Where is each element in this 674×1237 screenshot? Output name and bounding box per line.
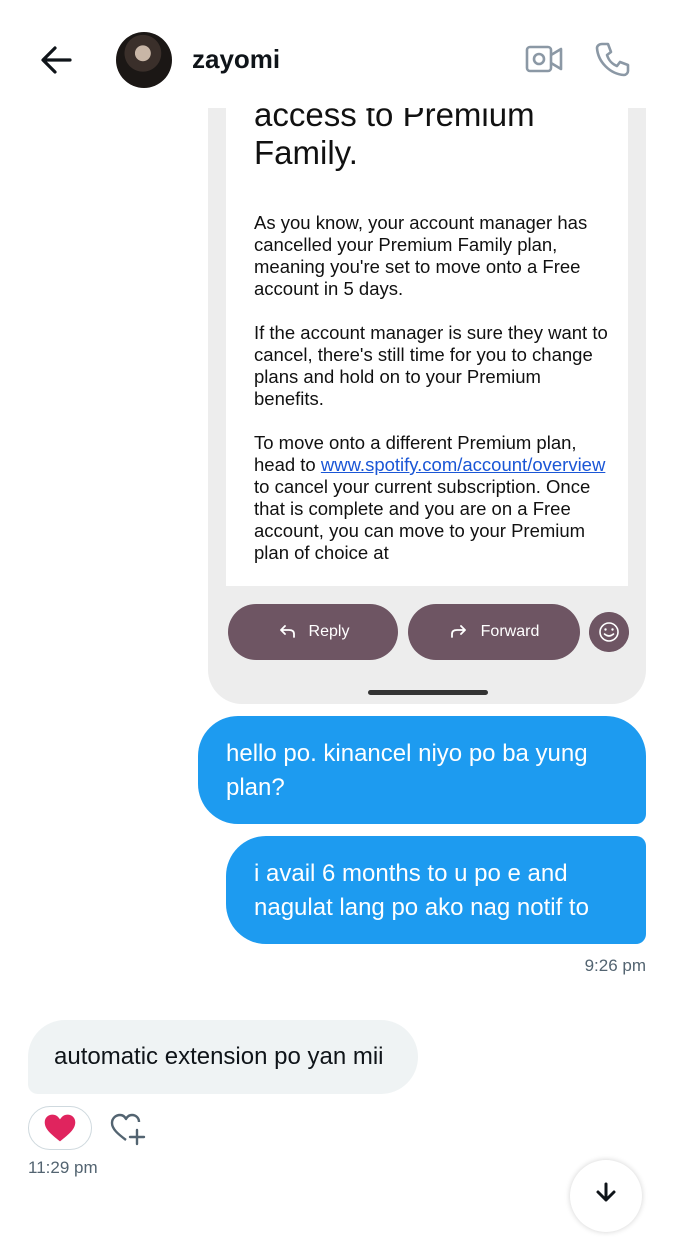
phone-icon[interactable] [594, 40, 632, 78]
arrow-left-icon[interactable] [36, 42, 76, 78]
forward-button: Forward [408, 604, 580, 660]
outgoing-message[interactable]: i avail 6 months to u po e and nagulat l… [226, 836, 646, 944]
email-screenshot-image[interactable]: access to Premium Family. As you know, y… [208, 108, 646, 704]
email-paragraph: To move onto a different Premium plan, h… [254, 432, 614, 564]
email-paragraph: If the account manager is sure they want… [254, 322, 608, 409]
forward-label: Forward [480, 623, 540, 640]
email-paragraph: As you know, your account manager has ca… [254, 212, 588, 299]
arrow-down-icon [596, 1182, 616, 1202]
heart-reaction[interactable] [28, 1106, 92, 1150]
add-reaction-icon[interactable] [108, 1110, 148, 1146]
forward-icon [450, 625, 466, 638]
scroll-to-bottom-button[interactable] [570, 1160, 642, 1232]
email-body: access to Premium Family. As you know, y… [226, 108, 628, 586]
reply-icon [279, 625, 295, 638]
reply-button: Reply [228, 604, 398, 660]
reply-label: Reply [308, 623, 350, 640]
gesture-handle [368, 690, 488, 695]
video-camera-icon[interactable] [524, 42, 564, 76]
email-text: to cancel your current subscription. Onc… [254, 476, 591, 563]
emoji-icon [589, 612, 629, 652]
email-heading: access to Premium Family. [254, 108, 535, 171]
heart-icon [44, 1114, 76, 1142]
incoming-message[interactable]: automatic extension po yan mii [28, 1020, 418, 1094]
message-timestamp: 11:29 pm [28, 1158, 98, 1177]
contact-name[interactable]: zayomi [192, 44, 280, 75]
conversation-header: zayomi [0, 0, 674, 110]
avatar[interactable] [116, 32, 172, 88]
email-link: www.spotify.com/account/overview [320, 454, 606, 475]
message-timestamp: 9:26 pm [584, 956, 646, 975]
outgoing-message[interactable]: hello po. kinancel niyo po ba yung plan? [198, 716, 646, 824]
